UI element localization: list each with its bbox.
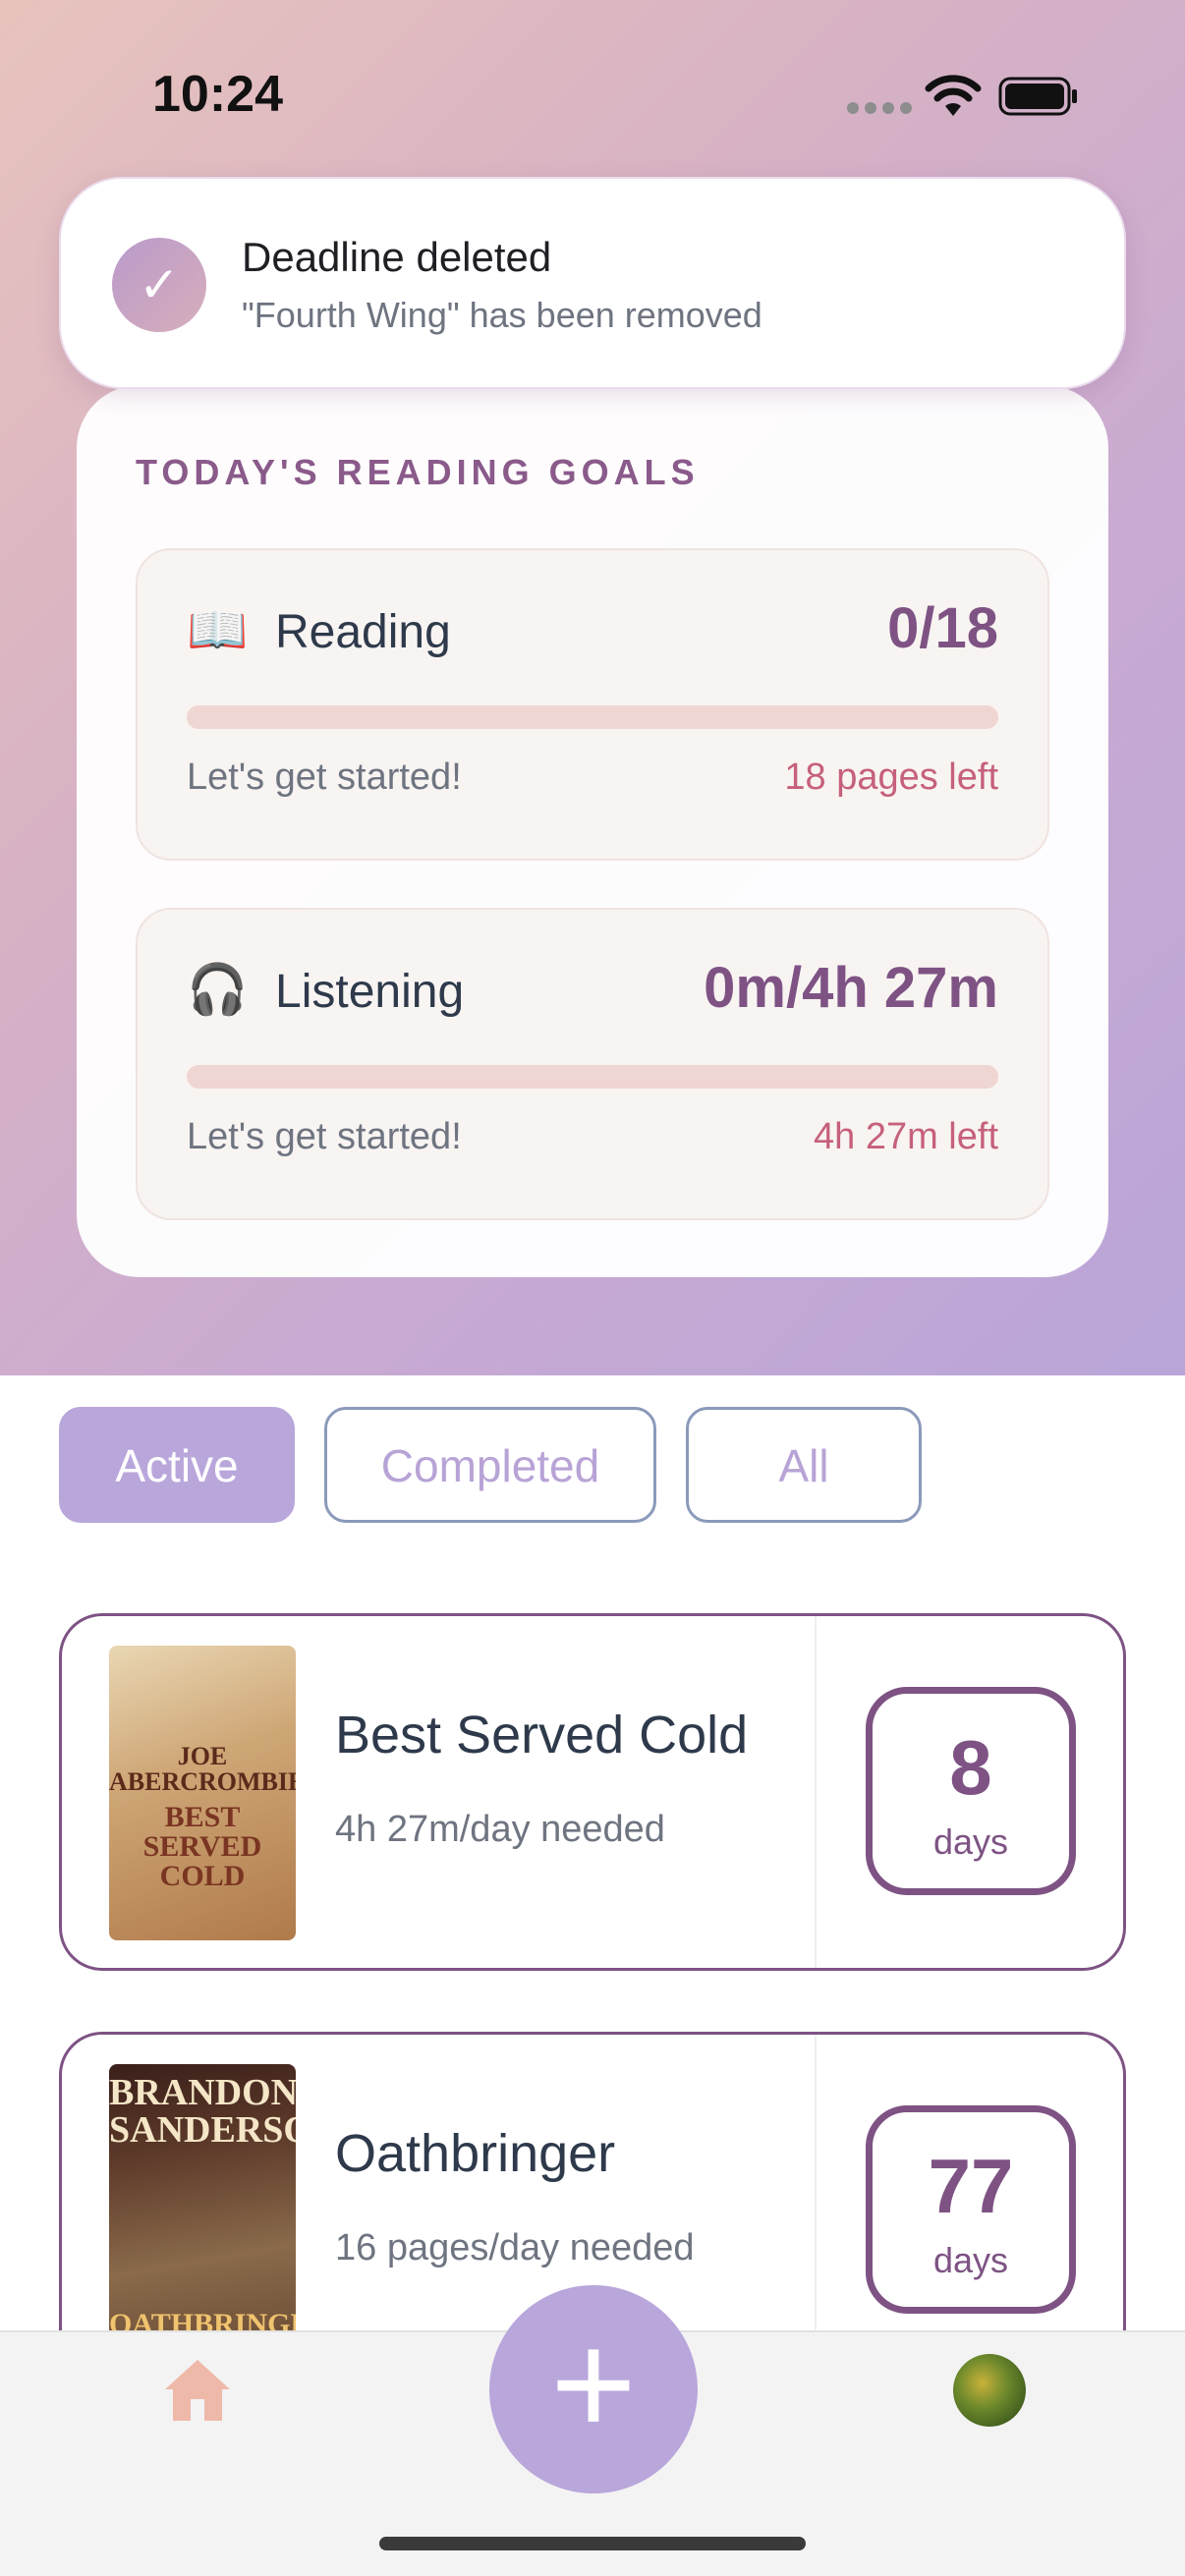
listening-progress-bar (187, 1065, 998, 1089)
wifi-icon (925, 75, 982, 116)
reading-goal[interactable]: 📖 Reading 0/18 Let's get started! 18 pag… (136, 548, 1049, 861)
days-unit: days (932, 1821, 1009, 1862)
cover-title: BEST SERVED COLD (142, 1801, 262, 1892)
signal-dots-icon (847, 102, 912, 114)
book-title: Best Served Cold (335, 1706, 749, 1764)
listening-goal-value: 0m/4h 27m (704, 956, 998, 1020)
home-indicator (379, 2537, 806, 2550)
book-card[interactable]: JOE ABERCROMBIE BEST SERVED COLD Best Se… (59, 1613, 1126, 1971)
reading-progress-bar (187, 705, 998, 729)
card-divider (815, 1616, 817, 1968)
listening-goal-status: Let's get started! (187, 1116, 462, 1157)
status-bar: 10:24 (0, 0, 1185, 177)
days-unit: days (932, 2240, 1009, 2280)
reading-goal-remaining: 18 pages left (784, 756, 998, 798)
book-title: Oathbringer (335, 2124, 616, 2183)
toast-notification[interactable]: ✓ Deadline deleted "Fourth Wing" has bee… (59, 177, 1126, 389)
toast-title: Deadline deleted (242, 234, 552, 280)
cover-author: JOE ABERCROMBIE (109, 1742, 296, 1796)
reading-goal-label: Reading (275, 606, 451, 658)
days-remaining-badge: 8 days (866, 1687, 1076, 1895)
status-time: 10:24 (152, 66, 283, 123)
book-icon: 📖 (187, 602, 249, 657)
cover-author: BRANDON SANDERSON (109, 2072, 296, 2151)
reading-goal-status: Let's get started! (187, 756, 462, 798)
days-remaining-badge: 77 days (866, 2105, 1076, 2314)
book-pace: 4h 27m/day needed (335, 1809, 665, 1850)
listening-goal-label: Listening (275, 966, 465, 1018)
add-deadline-button[interactable]: + (489, 2285, 698, 2493)
days-count: 8 (949, 1724, 992, 1811)
avatar[interactable] (953, 2354, 1026, 2427)
checkmark-icon: ✓ (112, 238, 206, 332)
book-cover: BRANDON SANDERSON OATHBRINGER (109, 2064, 296, 2359)
book-pace: 16 pages/day needed (335, 2227, 695, 2268)
goals-section-title: TODAY'S READING GOALS (136, 452, 700, 492)
listening-goal[interactable]: 🎧 Listening 0m/4h 27m Let's get started!… (136, 908, 1049, 1220)
reading-goal-value: 0/18 (887, 596, 998, 660)
filter-active-button[interactable]: Active (59, 1407, 295, 1523)
headphones-icon: 🎧 (187, 962, 249, 1017)
battery-icon (998, 77, 1077, 116)
book-cover: JOE ABERCROMBIE BEST SERVED COLD (109, 1646, 296, 1940)
filter-completed-button[interactable]: Completed (324, 1407, 656, 1523)
listening-goal-remaining: 4h 27m left (814, 1116, 998, 1157)
days-count: 77 (928, 2143, 1014, 2229)
home-icon[interactable] (161, 2356, 234, 2425)
filter-all-button[interactable]: All (686, 1407, 922, 1523)
toast-message: "Fourth Wing" has been removed (242, 295, 762, 335)
